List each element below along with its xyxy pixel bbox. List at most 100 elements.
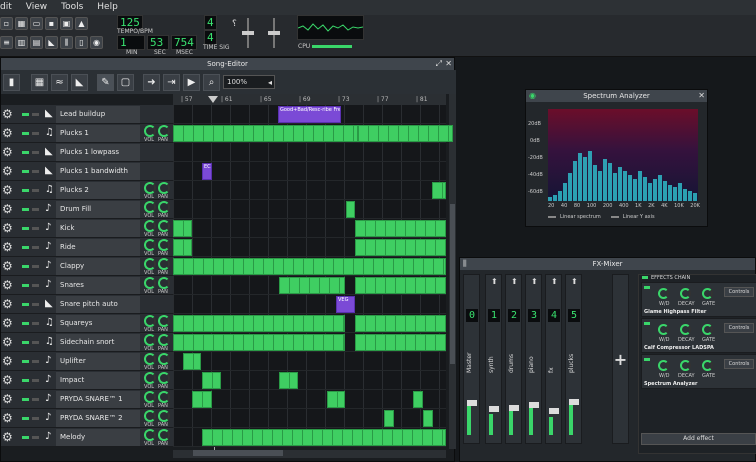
gear-icon[interactable]: ⚙: [2, 317, 13, 329]
pattern-clip[interactable]: [173, 334, 345, 351]
track-name[interactable]: Lead buildup: [60, 110, 105, 118]
effect-slot[interactable]: W/D DECAY GATE Controls Calf Compressor …: [641, 318, 756, 353]
gear-icon[interactable]: ⚙: [2, 146, 13, 158]
track-lane[interactable]: Good+Bad/Resc-ribe Frequ: [173, 105, 446, 124]
mute-button[interactable]: [22, 208, 29, 211]
solo-button[interactable]: [32, 379, 39, 382]
mixer-channel[interactable]: ⬆ 3 piano: [525, 274, 542, 444]
automation-clip[interactable]: Good+Bad/Resc-ribe Frequ: [278, 106, 341, 123]
track-lane[interactable]: [173, 143, 446, 162]
pattern-clip[interactable]: [173, 315, 345, 332]
gear-icon[interactable]: ⚙: [2, 412, 13, 424]
track-lane[interactable]: [173, 390, 446, 409]
pattern-clip[interactable]: [355, 239, 446, 256]
volume-knob[interactable]: [144, 391, 156, 403]
mute-button[interactable]: [22, 341, 29, 344]
pan-knob[interactable]: [158, 353, 170, 365]
solo-button[interactable]: [32, 208, 39, 211]
beat-editor-button[interactable]: ▥: [15, 36, 28, 49]
track-lane[interactable]: [173, 276, 446, 295]
gear-icon[interactable]: ⚙: [2, 279, 13, 291]
gear-icon[interactable]: ⚙: [2, 165, 13, 177]
gear-icon[interactable]: ⚙: [2, 127, 13, 139]
send-arrow-icon[interactable]: ⬆: [551, 277, 558, 286]
gear-icon[interactable]: ⚙: [2, 355, 13, 367]
master-pitch-handle[interactable]: [268, 31, 280, 35]
auto-scroll-button[interactable]: ➜: [143, 73, 160, 91]
pan-knob[interactable]: [158, 429, 170, 441]
mute-button[interactable]: [22, 284, 29, 287]
solo-button[interactable]: [32, 246, 39, 249]
track-name[interactable]: Plucks 1 bandwidth: [60, 167, 128, 175]
track-lane[interactable]: [173, 238, 446, 257]
horizontal-scrollbar[interactable]: [173, 450, 446, 458]
fader-handle[interactable]: [569, 399, 579, 405]
track-lane[interactable]: [173, 352, 446, 371]
effect-enable-toggle[interactable]: [644, 358, 650, 361]
gear-icon[interactable]: ⚙: [2, 393, 13, 405]
controller-rack-button[interactable]: ◉: [90, 36, 103, 49]
gate-knob[interactable]: [702, 360, 713, 371]
pan-knob[interactable]: [158, 125, 170, 137]
pattern-clip[interactable]: [355, 220, 446, 237]
decay-knob[interactable]: [680, 288, 691, 299]
send-arrow-icon[interactable]: ⬆: [531, 277, 538, 286]
pattern-clip[interactable]: [355, 334, 446, 351]
send-arrow-icon[interactable]: ⬆: [491, 277, 498, 286]
gear-icon[interactable]: ⚙: [2, 298, 13, 310]
volume-knob[interactable]: [144, 125, 156, 137]
linear-spectrum-toggle[interactable]: [548, 216, 556, 218]
add-sample-track-button[interactable]: ≈: [51, 73, 68, 91]
timeline-ruler[interactable]: | 57 | 61 | 65 | 69 | 73 | 77 | 81: [173, 94, 446, 105]
track-lane[interactable]: [173, 181, 446, 200]
mixer-channel[interactable]: 0 Master: [463, 274, 480, 444]
solo-button[interactable]: [32, 132, 39, 135]
pattern-clip[interactable]: [355, 277, 446, 294]
pan-knob[interactable]: [158, 391, 170, 403]
mixer-channel[interactable]: ⬆ 4 fx: [545, 274, 562, 444]
solo-button[interactable]: [32, 417, 39, 420]
mute-button[interactable]: [22, 170, 29, 173]
send-arrow-icon[interactable]: ⬆: [571, 277, 578, 286]
pattern-clip[interactable]: [173, 239, 192, 256]
scrollbar-thumb[interactable]: [450, 204, 455, 364]
solo-button[interactable]: [32, 436, 39, 439]
controls-button[interactable]: Controls: [724, 359, 754, 369]
solo-button[interactable]: [32, 189, 39, 192]
master-volume-handle[interactable]: [242, 31, 254, 35]
pattern-clip[interactable]: [202, 372, 221, 389]
pattern-clip[interactable]: [432, 182, 446, 199]
add-channel-button[interactable]: +: [612, 274, 629, 444]
pan-knob[interactable]: [158, 372, 170, 384]
track-name[interactable]: Clappy: [60, 262, 84, 270]
track-name[interactable]: Snares: [60, 281, 84, 289]
track-name[interactable]: Snare pitch auto: [60, 300, 118, 308]
fader-handle[interactable]: [489, 406, 499, 412]
solo-button[interactable]: [32, 322, 39, 325]
volume-knob[interactable]: [144, 277, 156, 289]
gear-icon[interactable]: ⚙: [2, 431, 13, 443]
pattern-clip[interactable]: [173, 125, 358, 142]
metronome-icon[interactable]: ▲: [75, 17, 88, 30]
pattern-clip[interactable]: [173, 258, 446, 275]
edit-mode-button[interactable]: ▢: [117, 73, 134, 91]
volume-knob[interactable]: [144, 258, 156, 270]
pattern-clip[interactable]: [173, 220, 192, 237]
track-lane[interactable]: VEG: [173, 295, 446, 314]
fader-handle[interactable]: [529, 402, 539, 408]
decay-knob[interactable]: [680, 324, 691, 335]
gear-icon[interactable]: ⚙: [2, 222, 13, 234]
effect-slot[interactable]: W/D DECAY GATE Controls Spectrum Analyze…: [641, 354, 756, 389]
piano-roll-button[interactable]: ▤: [30, 36, 43, 49]
effect-enable-toggle[interactable]: [644, 286, 650, 289]
mute-button[interactable]: [22, 246, 29, 249]
volume-knob[interactable]: [144, 372, 156, 384]
add-beat-track-button[interactable]: ▦: [31, 73, 48, 91]
open-project-button[interactable]: ▭: [30, 17, 43, 30]
playhead-marker[interactable]: [208, 96, 218, 103]
pan-knob[interactable]: [158, 277, 170, 289]
solo-button[interactable]: [32, 151, 39, 154]
track-lane[interactable]: [173, 333, 446, 352]
track-name[interactable]: Impact: [60, 376, 84, 384]
volume-knob[interactable]: [144, 220, 156, 232]
